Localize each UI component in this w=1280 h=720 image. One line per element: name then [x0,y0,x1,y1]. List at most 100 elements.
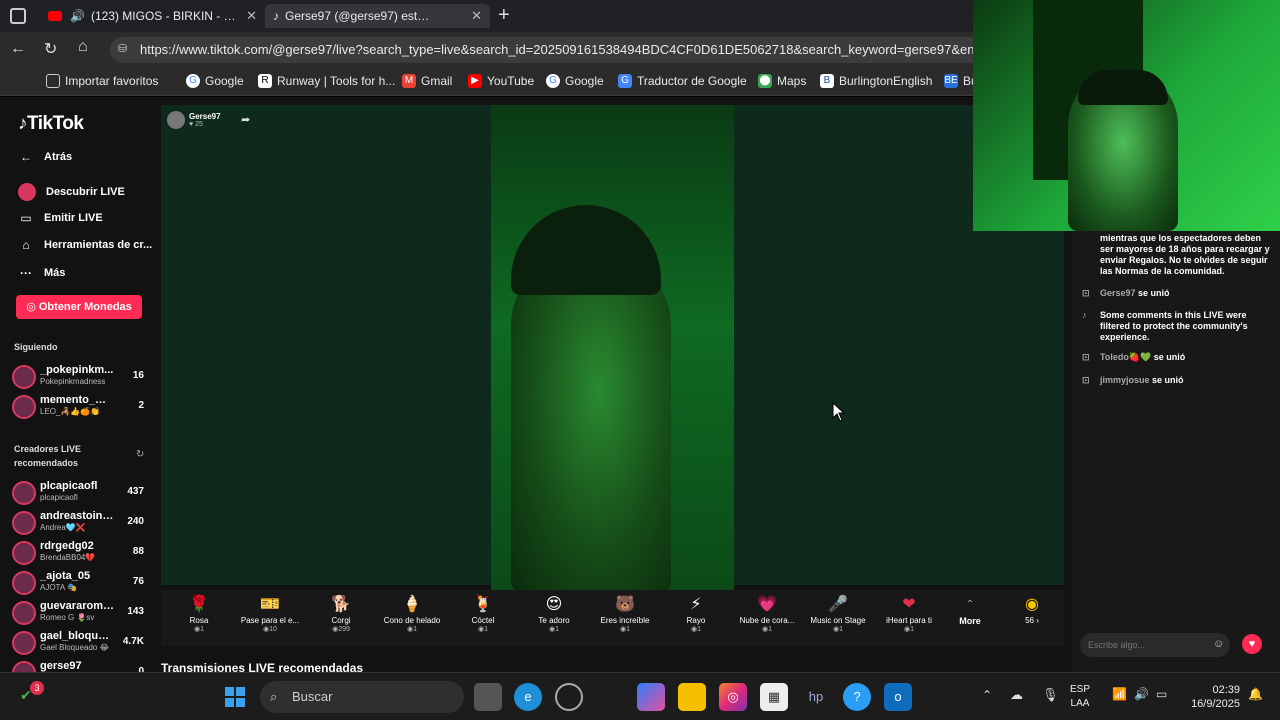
url-field[interactable]: https://www.tiktok.com/@gerse97/live?sea… [110,37,990,63]
chat-user[interactable]: jimmyjosue [1100,375,1150,385]
refresh-icon[interactable]: ↻ [136,449,144,460]
windows-start-icon[interactable] [221,683,249,711]
following-account[interactable]: memento_mo... LEO_🦂👍🍊👏 2 [12,392,152,422]
wifi-icon[interactable]: 📶 [1112,687,1127,701]
back-button[interactable]: ← Atrás [18,150,72,164]
live-video[interactable] [491,105,734,592]
url-text: https://www.tiktok.com/@gerse97/live?sea… [140,42,979,57]
battery-icon[interactable]: ▭ [1156,687,1167,701]
copilot-icon[interactable] [637,683,665,711]
gift-item[interactable]: ⚡ Rayo ◉1 [661,594,731,633]
bookmark-translate[interactable]: G Traductor de Google [618,74,747,88]
chevron-up-icon[interactable]: ⌃ [982,688,992,702]
bookmark-runway[interactable]: R Runway | Tools for h... [258,74,395,88]
gift-item[interactable]: 🐻 Eres increíble ◉1 [590,594,660,633]
youtube-icon [48,11,62,21]
coin-balance[interactable]: ◉ 56 › [997,594,1067,625]
lock-icon[interactable]: ⛁ [118,42,127,55]
bookmark-maps[interactable]: ⬤ Maps [758,74,806,88]
reload-icon[interactable]: ↻ [44,39,57,59]
tiktok-logo[interactable]: ♪TikTok [18,113,84,135]
account-sub: LEO_🦂👍🍊👏 [40,407,101,416]
bookmark-gmail[interactable]: M Gmail [402,74,452,88]
task-view-icon[interactable] [474,683,502,711]
tab-actions-icon[interactable] [10,8,26,24]
bookmark-label: YouTube [487,74,535,88]
gift-price: 1 [768,626,772,633]
new-tab-icon[interactable]: + [498,4,510,27]
gift-item[interactable]: 😍 Te adoro ◉1 [519,594,589,633]
following-account[interactable]: _pokepinkm... Pokepinkmadness 16 [12,362,152,392]
nav-creator-tools[interactable]: ⌂ Herramientas de cr... [18,238,152,252]
gift-item[interactable]: 🎤 Music on Stage ◉1 [803,594,873,633]
tab-youtube[interactable]: 🔊 (123) MIGOS - BIRKIN - 60 M ✕ [40,4,265,28]
help-icon[interactable]: ? [843,683,871,711]
gift-item[interactable]: 💗 Nube de cora... ◉1 [732,594,802,633]
recommended-account[interactable]: rdrgedg02 BrendaBB04💔 88 [12,538,152,568]
gift-item[interactable]: 🍦 Cono de helado ◉1 [377,594,447,633]
gift-price: 1 [413,626,417,633]
gift-item[interactable]: ❤ iHeart para ti ◉1 [874,594,944,633]
recommended-account[interactable]: gael_bloquea... Gael Bloqueado 😂 4.7K [12,628,152,658]
gift-item[interactable]: 🐕 Corgi ◉299 [306,594,376,633]
hp-icon[interactable]: hp [802,683,830,711]
live-stage[interactable]: Gerse97 ♥ 25 ➦ [161,105,1064,592]
notifications-icon[interactable]: 🔔 [1248,687,1263,701]
recommended-account[interactable]: andreastoinf... Andrea🩵❌ 240 [12,508,152,538]
recommended-account[interactable]: plcapicaofl plcapicaofl 437 [12,478,152,508]
emoji-icon[interactable]: ☺ [1213,638,1224,650]
home-icon[interactable]: ⌂ [78,38,88,56]
recommended-account[interactable]: guevararomeo Romeo G 🌷sv 143 [12,598,152,628]
host-info[interactable]: Gerse97 ♥ 25 [167,109,221,131]
viewer-count: 240 [127,516,144,527]
bookmark-label: Traductor de Google [637,74,747,88]
speaker-icon[interactable]: 🔊 [70,9,85,23]
app-icon[interactable] [555,683,583,711]
language-indicator[interactable]: ESP LAA [1070,683,1090,711]
nav-discover-live[interactable]: Descubrir LIVE [18,183,125,201]
taskbar-search[interactable]: ⌕ Buscar [260,681,464,713]
tab-tiktok[interactable]: ♪ Gerse97 (@gerse97) está LIVE: Ti ✕ [265,4,490,28]
iheart-icon: ❤ [902,596,916,613]
share-icon[interactable]: ➦ [241,113,250,126]
cloud-icon[interactable]: ☁ [1010,687,1023,703]
more-label: More [959,616,981,626]
file-explorer-icon[interactable] [678,683,706,711]
gift-item[interactable]: 🎫 Pase para el e... ◉10 [235,594,305,633]
gift-heart-icon[interactable]: ♥ [1242,634,1262,654]
nav-more[interactable]: ··· Más [18,266,65,280]
get-coins-button[interactable]: ◎ Obtener Monedas [16,295,142,319]
account-sub: AJOTA 🎭 [40,583,77,592]
instagram-icon[interactable]: ◎ [719,683,747,711]
message-text: se unió [1152,375,1184,385]
chat-user[interactable]: Toledo🍓💚 [1100,352,1151,362]
bookmark-google-2[interactable]: G Google [546,74,604,88]
google-icon: G [546,74,560,88]
recommended-account[interactable]: gerse97 0 [12,658,152,672]
bookmark-import[interactable]: Importar favoritos [46,74,158,88]
nav-go-live[interactable]: ▭ Emitir LIVE [18,211,102,225]
edge-icon[interactable]: e [514,683,542,711]
viewer-count: 2 [138,400,144,411]
microphone-icon[interactable]: 🎙 [1042,687,1059,703]
gift-item[interactable]: 🌹 Rosa ◉1 [164,594,234,633]
recommended-account[interactable]: _ajota_05 AJOTA 🎭 76 [12,568,152,598]
volume-icon[interactable]: 🔊 [1134,687,1149,701]
gift-item[interactable]: 🍹 Cóctel ◉1 [448,594,518,633]
bookmark-youtube[interactable]: ▶ YouTube [468,74,534,88]
outlook-icon[interactable]: o [884,683,912,711]
chat-message: mientras que los espectadores deben ser … [1082,233,1272,277]
message-text: se unió [1138,288,1170,298]
chat-user[interactable]: Gerse97 [1100,288,1136,298]
close-icon[interactable]: ✕ [471,8,482,24]
clock[interactable]: 02:39 16/9/2025 [1184,683,1240,711]
bookmark-google[interactable]: G Google [186,74,244,88]
account-name: memento_mo... [40,394,115,406]
gifts-more-button[interactable]: ⌃ More [935,594,1005,626]
chat-input[interactable] [1080,633,1230,657]
back-icon[interactable]: ← [10,40,26,58]
close-icon[interactable]: ✕ [246,8,257,24]
store-icon[interactable]: ▦ [760,683,788,711]
bookmark-burlington[interactable]: B BurlingtonEnglish [820,74,932,88]
viewer-count: 76 [132,576,144,587]
